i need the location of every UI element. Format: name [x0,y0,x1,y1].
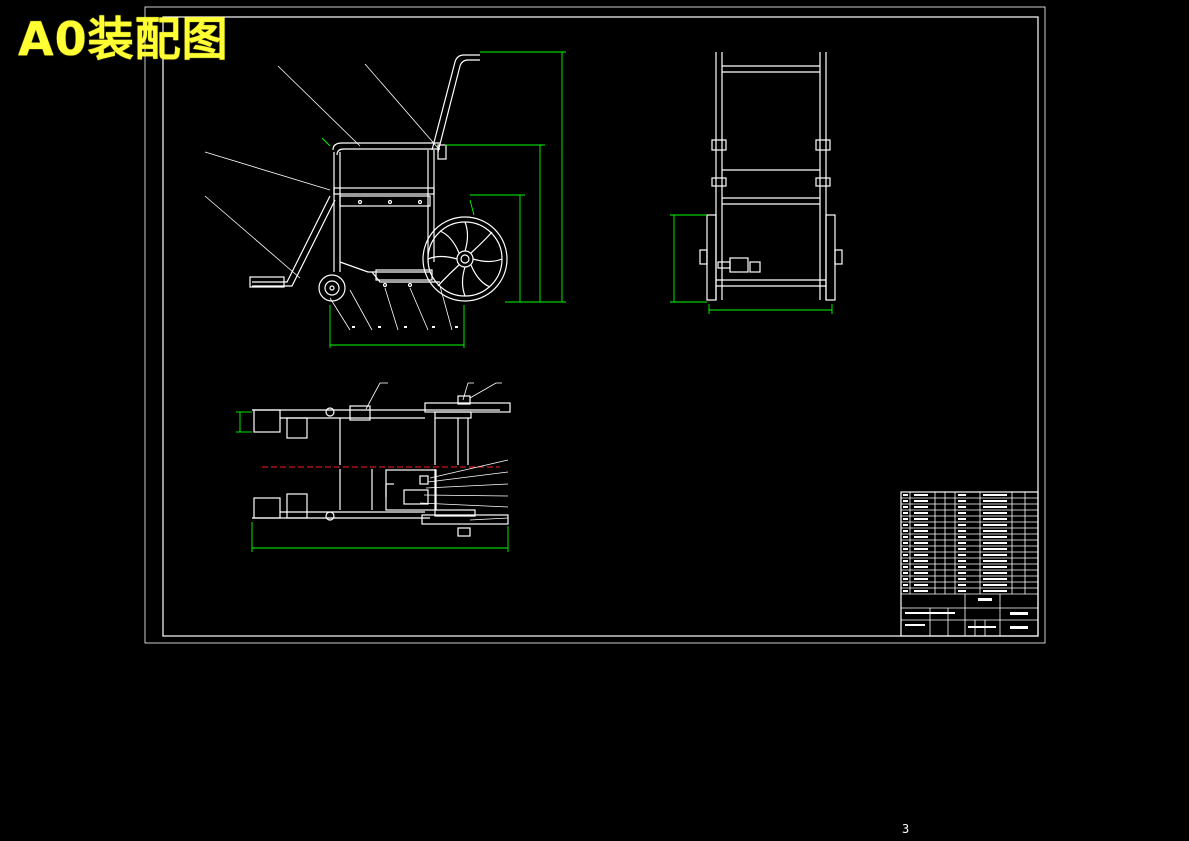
assembly-drawing-canvas [144,6,1046,644]
page-number: 3 [902,822,910,836]
front-view [204,51,566,348]
title-block [900,491,1039,637]
drawing-title-overlay: A0装配图 [18,12,229,66]
side-view [670,52,843,314]
top-view [236,382,511,552]
